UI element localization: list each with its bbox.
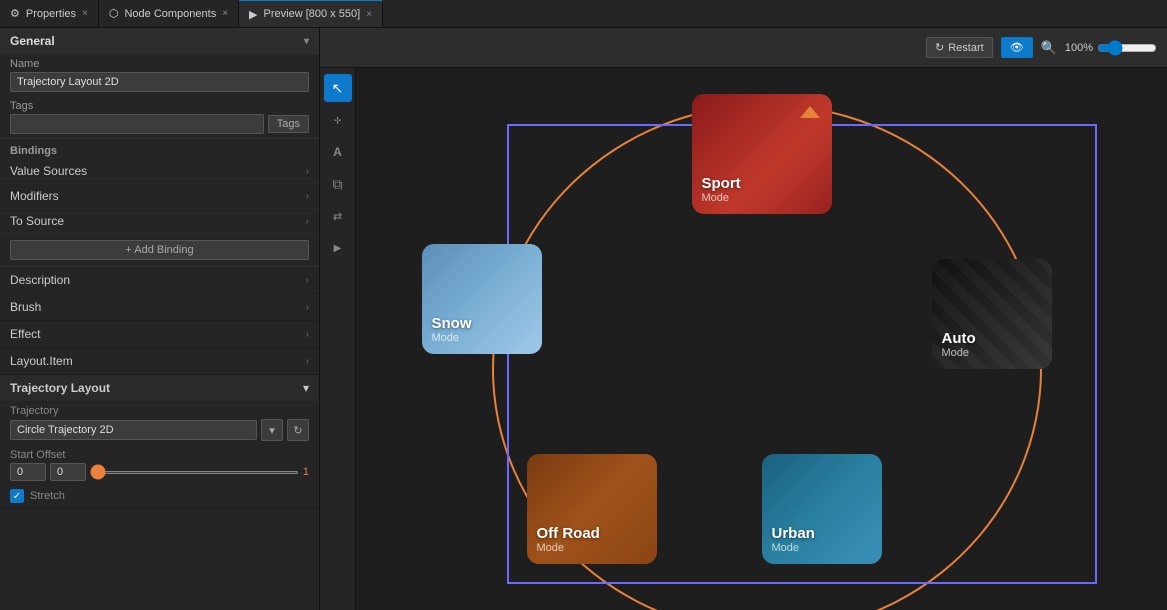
tab-bar: ⚙ Properties × ⬡ Node Components × ▶ Pre… [0,0,1167,28]
trajectory-select[interactable]: Circle Trajectory 2D [10,420,257,440]
description-chevron-icon: › [306,275,309,286]
value-sources-chevron-icon: › [306,166,309,177]
video-tool[interactable]: ▶ [324,234,352,262]
canvas-content: Sport Mode Snow Mode Auto Mode [362,68,1162,610]
to-source-row[interactable]: To Source › [0,209,319,234]
trajectory-select-row: Circle Trajectory 2D ▾ ↻ [10,419,309,441]
tab-preview[interactable]: ▶ Preview [800 x 550] × [239,0,383,27]
preview-canvas: Sport Mode Snow Mode Auto Mode [356,68,1167,610]
start-offset-val-input[interactable] [50,463,86,481]
select-tool[interactable]: ⊹ [324,106,352,134]
main-layout: General ▾ Name Tags Tags Bindings Value … [0,28,1167,610]
properties-tab-close[interactable]: × [82,8,88,19]
restart-icon: ↻ [935,41,944,54]
layout-item-row[interactable]: Layout.Item › [0,348,319,375]
zoom-label: 100% [1065,42,1093,54]
start-offset-max: 1 [303,466,309,478]
effect-row[interactable]: Effect › [0,321,319,348]
effect-chevron-icon: › [306,329,309,340]
brush-chevron-icon: › [306,302,309,313]
modifiers-chevron-icon: › [306,191,309,202]
preview-toolbar: ↻ Restart 👁 🔍 100% [320,28,1167,68]
eye-icon: 👁 [1010,41,1024,54]
sport-card[interactable]: Sport Mode [692,94,832,214]
start-offset-min-input[interactable] [10,463,46,481]
trajectory-field: Trajectory Circle Trajectory 2D ▾ ↻ [0,401,319,445]
canvas-area: ↖ ⊹ A ⧉ ⇄ ▶ Sport Mode [320,68,1167,610]
node-components-tab-close[interactable]: × [222,8,228,19]
name-label: Name [10,58,309,70]
offroad-card-title: Off Road [537,525,600,542]
right-panel: ↻ Restart 👁 🔍 100% ↖ ⊹ A ⧉ [320,28,1167,610]
preview-tab-close[interactable]: × [366,9,372,20]
brush-row[interactable]: Brush › [0,294,319,321]
bindings-header: Bindings [0,139,319,159]
zoom-slider[interactable] [1097,40,1157,56]
description-row[interactable]: Description › [0,267,319,294]
urban-card[interactable]: Urban Mode [762,454,882,564]
stretch-checkbox[interactable] [10,489,24,503]
node-icon: ⬡ [109,7,119,20]
trajectory-layout-section: Trajectory Layout ▾ Trajectory Circle Tr… [0,375,319,508]
offset-inputs: 1 [10,463,309,481]
toolbar-right: ↻ Restart 👁 🔍 100% [926,37,1157,58]
layout-item-chevron-icon: › [306,356,309,367]
tags-input[interactable] [10,114,264,134]
zoom-display: 100% [1065,40,1157,56]
search-icon: 🔍 [1041,40,1057,56]
name-field-row: Name [0,54,319,96]
left-panel: General ▾ Name Tags Tags Bindings Value … [0,28,320,610]
start-offset-slider[interactable] [90,471,299,474]
auto-card-title: Auto [942,330,976,347]
tab-node-components[interactable]: ⬡ Node Components × [99,0,239,27]
trajectory-dropdown-icon[interactable]: ▾ [261,419,283,441]
properties-icon: ⚙ [10,7,20,20]
snow-card-title: Snow [432,315,472,332]
text-tool[interactable]: A [324,138,352,166]
stretch-label: Stretch [30,490,65,502]
modifiers-row[interactable]: Modifiers › [0,184,319,209]
share-tool[interactable]: ⇄ [324,202,352,230]
offroad-card[interactable]: Off Road Mode [527,454,657,564]
sport-card-sub: Mode [702,192,730,204]
restart-button[interactable]: ↻ Restart [926,37,993,58]
tags-field-row: Tags Tags [0,96,319,138]
tags-input-row: Tags [10,114,309,134]
pointer-tool[interactable]: ↖ [324,74,352,102]
start-offset-row: Start Offset 1 [0,445,319,485]
general-section-header[interactable]: General ▾ [0,28,319,54]
trajectory-field-label: Trajectory [10,405,309,417]
name-input[interactable] [10,72,309,92]
value-sources-row[interactable]: Value Sources › [0,159,319,184]
layers-tool[interactable]: ⧉ [324,170,352,198]
auto-card-sub: Mode [942,347,970,359]
tags-label: Tags [10,100,309,112]
trajectory-layout-header[interactable]: Trajectory Layout ▾ [0,375,319,401]
trajectory-layout-chevron-icon: ▾ [303,381,309,395]
trajectory-refresh-icon[interactable]: ↻ [287,419,309,441]
tags-button[interactable]: Tags [268,115,309,133]
add-binding-button[interactable]: + Add Binding [10,240,309,260]
offroad-card-sub: Mode [537,542,565,554]
eye-button[interactable]: 👁 [1001,37,1033,58]
stretch-row: Stretch [0,485,319,507]
auto-card[interactable]: Auto Mode [932,259,1052,369]
tool-strip: ↖ ⊹ A ⧉ ⇄ ▶ [320,68,356,610]
snow-card[interactable]: Snow Mode [422,244,542,354]
start-offset-label: Start Offset [10,449,309,461]
urban-card-sub: Mode [772,542,800,554]
general-chevron-down-icon: ▾ [304,36,309,47]
preview-icon: ▶ [249,8,257,21]
snow-card-sub: Mode [432,332,460,344]
urban-card-title: Urban [772,525,815,542]
to-source-chevron-icon: › [306,216,309,227]
sport-card-title: Sport [702,175,741,192]
tab-properties[interactable]: ⚙ Properties × [0,0,99,27]
